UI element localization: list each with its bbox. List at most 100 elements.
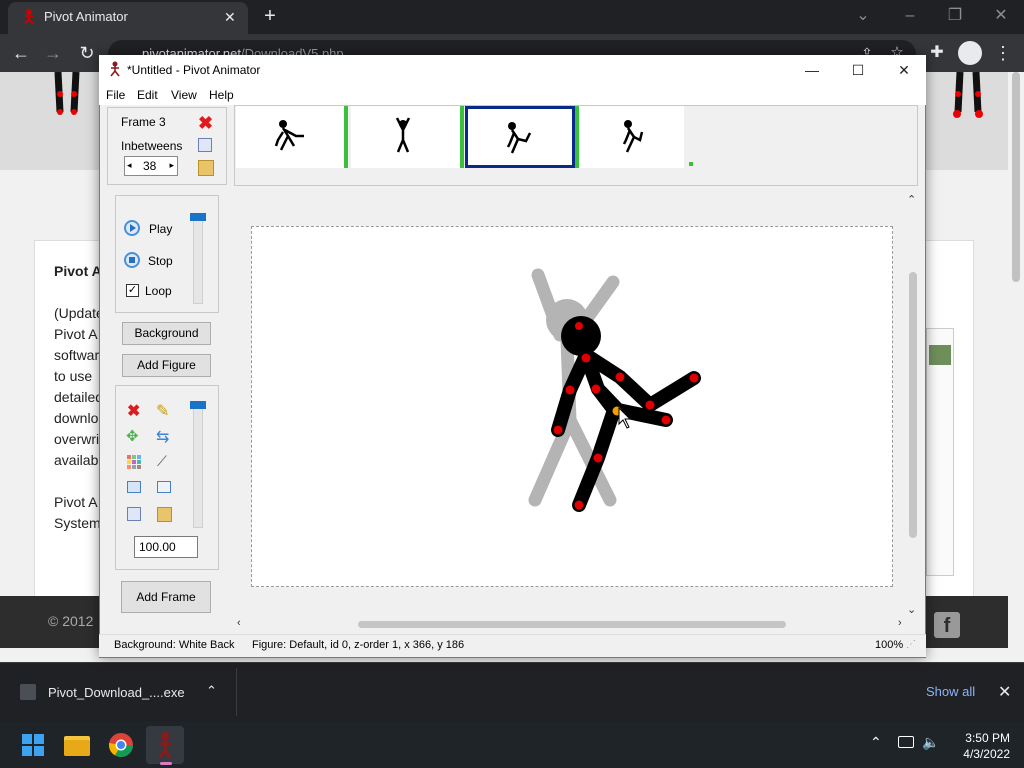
chevron-up-icon[interactable]: ⌃ <box>206 683 217 699</box>
frame-3-figure-icon <box>506 122 532 154</box>
paste-figure-icon[interactable] <box>157 507 172 522</box>
speed-slider[interactable] <box>190 213 206 304</box>
speed-slider-thumb[interactable] <box>190 213 206 221</box>
menu-file[interactable]: File <box>106 88 125 102</box>
text-line: (Update <box>54 305 104 321</box>
close-window-icon[interactable]: ✕ <box>986 4 1016 28</box>
page-vertical-scrollbar[interactable] <box>1008 72 1024 648</box>
webpage-paragraph-2: Pivot A System <box>54 492 101 534</box>
stop-icon[interactable] <box>124 252 140 268</box>
webpage-heading: Pivot A <box>54 263 102 279</box>
join-segment-icon[interactable]: ⟋ <box>157 453 167 470</box>
color-figure-icon[interactable] <box>127 455 141 469</box>
active-stickfigure <box>551 316 701 512</box>
download-filename[interactable]: Pivot_Download_....exe <box>48 685 185 700</box>
clock[interactable]: 3:50 PM 4/3/2022 <box>950 730 1010 762</box>
active-app-indicator <box>160 762 172 765</box>
text-line: Pivot A <box>54 494 98 510</box>
file-explorer-icon[interactable] <box>58 726 96 764</box>
figure-scale-slider[interactable] <box>190 401 206 528</box>
volume-icon[interactable]: 🔈 <box>922 734 939 751</box>
pivot-app-icon <box>109 61 121 77</box>
play-icon[interactable] <box>124 220 140 236</box>
delete-frame-icon[interactable]: ✖ <box>198 114 213 132</box>
status-zoom: 100% <box>875 639 904 651</box>
background-button[interactable]: Background <box>122 322 211 345</box>
minimize-icon[interactable]: – <box>895 4 925 28</box>
canvas-vertical-scrollbar[interactable] <box>909 272 917 538</box>
canvas-horizontal-scrollbar[interactable] <box>358 621 786 628</box>
profile-avatar[interactable] <box>958 41 982 65</box>
menu-kebab-icon[interactable]: ⋮ <box>990 40 1016 66</box>
text-line: to use <box>54 368 93 384</box>
frame-thumb-1[interactable] <box>236 106 346 168</box>
paste-frame-icon[interactable] <box>198 160 214 176</box>
facebook-icon[interactable]: f <box>934 612 960 638</box>
frame-1-figure-icon <box>274 120 304 151</box>
bring-forward-icon[interactable] <box>127 481 141 493</box>
copy-frame-icon[interactable] <box>198 138 212 152</box>
scroll-left-icon[interactable]: ‹ <box>237 617 241 629</box>
new-tab-icon[interactable]: + <box>258 6 282 28</box>
scroll-right-icon[interactable]: › <box>898 617 902 629</box>
close-tab-icon[interactable]: ✕ <box>224 9 236 26</box>
tab-search-icon[interactable]: ⌄ <box>848 4 878 28</box>
inbetweens-value: 38 <box>143 159 157 173</box>
scale-input[interactable]: 100.00 <box>134 536 198 558</box>
add-figure-button[interactable]: Add Figure <box>122 354 211 377</box>
forward-icon[interactable]: → <box>40 40 66 66</box>
menu-view[interactable]: View <box>171 88 197 102</box>
back-icon[interactable]: ← <box>8 40 34 66</box>
extensions-icon[interactable]: ✚ <box>924 40 950 66</box>
scroll-up-icon[interactable]: ⌃ <box>907 193 916 206</box>
start-icon[interactable] <box>14 726 52 764</box>
landscape-thumbnail <box>929 345 951 365</box>
frame-thumb-2[interactable] <box>351 106 461 168</box>
loop-checkbox[interactable]: ✓ <box>126 284 139 297</box>
copy-figure-icon[interactable] <box>127 507 141 521</box>
inbetweens-label: Inbetweens <box>121 139 183 153</box>
add-frame-button[interactable]: Add Frame <box>121 581 211 613</box>
pivot-window-title: *Untitled - Pivot Animator <box>127 63 261 77</box>
network-icon[interactable] <box>898 736 914 748</box>
text-line: availab <box>54 452 99 468</box>
spin-right-icon[interactable]: ▸ <box>169 160 174 171</box>
chevron-up-tray-icon[interactable]: ⌃ <box>870 734 882 751</box>
clock-date: 4/3/2022 <box>963 747 1010 761</box>
stop-button[interactable]: Stop <box>148 254 173 268</box>
figure-scale-thumb[interactable] <box>190 401 206 409</box>
text-line: Pivot A <box>54 326 98 342</box>
delete-figure-icon[interactable]: ✖ <box>127 401 140 421</box>
flip-figure-icon[interactable]: ⇆ <box>156 427 169 447</box>
frame-marker <box>460 106 464 168</box>
text-line: System <box>54 515 101 531</box>
pivot-taskbar-icon[interactable] <box>146 726 184 764</box>
show-all-link[interactable]: Show all <box>926 684 975 699</box>
text-line: overwri <box>54 431 100 447</box>
scroll-thumb[interactable] <box>1012 72 1020 282</box>
scroll-down-icon[interactable]: ⌄ <box>907 603 916 616</box>
chrome-icon[interactable] <box>102 726 140 764</box>
edit-figure-icon[interactable]: ✎ <box>156 401 169 421</box>
close-download-bar-icon[interactable]: ✕ <box>998 682 1011 702</box>
reload-icon[interactable]: ↻ <box>74 40 100 66</box>
frame-marker <box>344 106 348 168</box>
status-background: Background: White Back <box>114 639 235 651</box>
spin-left-icon[interactable]: ◂ <box>127 160 132 171</box>
menu-edit[interactable]: Edit <box>137 88 158 102</box>
pivot-close-icon[interactable]: ✕ <box>884 58 924 82</box>
shrink-figure-icon[interactable]: ✥ <box>126 427 139 445</box>
inbetweens-spinner[interactable]: ◂ 38 ▸ <box>124 156 178 176</box>
pivot-minimize-icon[interactable]: — <box>792 58 832 82</box>
pivot-maximize-icon[interactable]: ☐ <box>838 58 878 82</box>
frame-thumb-3-selected[interactable] <box>465 106 575 168</box>
webpage-paragraph-1: (Update Pivot A softwar to use detailed … <box>54 303 104 471</box>
frame-thumb-4[interactable] <box>580 106 684 168</box>
frame-marker <box>575 106 579 168</box>
menu-help[interactable]: Help <box>209 88 234 102</box>
play-button[interactable]: Play <box>149 222 172 236</box>
send-backward-icon[interactable] <box>157 481 171 493</box>
resize-grip-icon[interactable]: ⋰ <box>906 639 916 650</box>
restore-icon[interactable]: ❐ <box>940 4 970 28</box>
stickfigure-stage <box>251 226 893 587</box>
